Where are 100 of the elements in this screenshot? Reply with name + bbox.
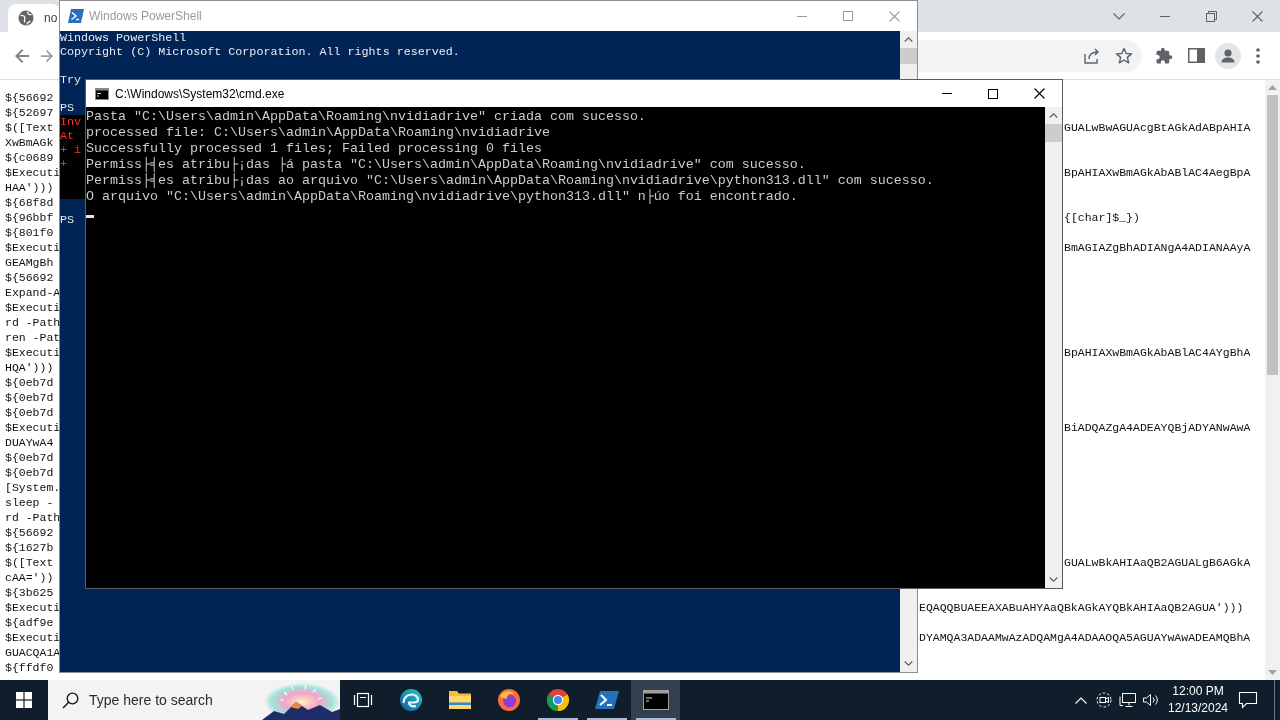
fox-globe-icon bbox=[496, 688, 521, 712]
globe-icon bbox=[18, 10, 34, 26]
code-text: BpAHIAXwBmAGkAbABlAC4AegBpA bbox=[1064, 165, 1251, 180]
code-text: XwBmAGk bbox=[5, 135, 54, 150]
code-text: $Executi bbox=[5, 166, 61, 180]
network-icon bbox=[1118, 692, 1137, 708]
browser-wheel-icon bbox=[545, 688, 570, 712]
terminal-icon bbox=[95, 87, 109, 100]
code-text: ${801f0 bbox=[5, 225, 54, 240]
code-text: $Executi bbox=[5, 600, 61, 615]
console-text: Try bbox=[60, 73, 82, 87]
code-text: GUACQA1A bbox=[5, 645, 61, 660]
minimize-icon bbox=[1160, 15, 1170, 17]
search-icon bbox=[62, 691, 79, 709]
window-title: C:\Windows\System32\cmd.exe bbox=[115, 85, 285, 103]
prompt-icon bbox=[594, 690, 619, 710]
chevron-up-icon bbox=[1075, 696, 1087, 704]
code-text: BpAHIAXwBmAGkAbABlAC4AYgBhA bbox=[1064, 345, 1251, 360]
browser-tab[interactable]: no bbox=[8, 4, 60, 32]
scroll-down-icon[interactable] bbox=[1049, 577, 1058, 582]
code-text: EQAQQBUAEEAXABuAHYAaQBkAGkAYQBkAHIAaQB2AGUA'))) bbox=[919, 600, 1244, 615]
code-text: GUALwBkAHIAaQB2AGUALgB6AGkA bbox=[1064, 555, 1251, 570]
maximize-icon bbox=[843, 11, 853, 21]
minimize-icon bbox=[797, 15, 807, 17]
code-text: ${adf9e bbox=[5, 615, 54, 630]
code-text: $Executi bbox=[5, 240, 61, 255]
code-text: $Executi bbox=[5, 300, 61, 315]
code-text: {[char]$_}) bbox=[1064, 210, 1140, 225]
browser-swirl-icon bbox=[398, 688, 423, 712]
console-text: PS bbox=[60, 101, 75, 115]
code-text: ${56692 bbox=[5, 525, 54, 540]
code-text: ${0eb7d bbox=[5, 405, 54, 420]
window-title: Windows PowerShell bbox=[89, 8, 202, 25]
console-error-text: At bbox=[60, 129, 75, 143]
task-view-icon bbox=[353, 691, 373, 709]
scroll-up-icon[interactable] bbox=[904, 37, 913, 42]
volume-icon bbox=[1142, 693, 1159, 707]
arrow-right-icon bbox=[40, 48, 54, 63]
close-icon bbox=[888, 10, 900, 22]
windows-logo-icon bbox=[16, 692, 32, 708]
clock-date[interactable]: 12/13/2024 bbox=[1167, 700, 1229, 717]
code-text: $([Text bbox=[5, 120, 54, 135]
puzzle-icon bbox=[1155, 46, 1173, 65]
console-text: PS bbox=[60, 213, 75, 227]
code-text: HAA'))) bbox=[5, 180, 54, 195]
scrollbar-thumb[interactable] bbox=[1045, 124, 1062, 142]
address-field[interactable] bbox=[918, 39, 1142, 72]
console-error-text: + i bbox=[60, 143, 82, 157]
arrow-left-icon bbox=[14, 47, 30, 64]
code-text: ${3b625 bbox=[5, 585, 54, 600]
console-text: processed file: C:\Users\admin\AppData\Roaming\nvidiadrive bbox=[86, 125, 550, 140]
code-text: ${0eb7d bbox=[5, 375, 54, 390]
console-text: Successfully processed 1 files; Failed processing 0 files bbox=[86, 141, 542, 156]
scrollbar-thumb[interactable] bbox=[900, 48, 917, 64]
code-text: $Executi bbox=[5, 345, 61, 360]
scroll-down-icon[interactable] bbox=[904, 661, 913, 666]
code-text: HQA'))) bbox=[5, 360, 54, 375]
code-text: ren -Pat bbox=[5, 330, 61, 345]
code-text: GUALwBwAGUAcgBtAGkAdABpAHIA bbox=[1064, 120, 1251, 135]
clock-time[interactable]: 12:00 PM bbox=[1172, 683, 1224, 700]
code-text: ${1627b bbox=[5, 540, 54, 555]
search-field[interactable]: Type here to search bbox=[89, 689, 262, 711]
code-text: ${68f8d bbox=[5, 195, 54, 210]
code-text: DUAYwA4 bbox=[5, 435, 54, 450]
camera-icon bbox=[1096, 692, 1112, 708]
code-text: sleep - bbox=[5, 495, 54, 510]
share-icon bbox=[1083, 46, 1101, 65]
star-icon bbox=[1115, 46, 1133, 65]
console-text: Windows PowerShell bbox=[60, 31, 187, 45]
maximize-icon bbox=[988, 88, 998, 99]
code-text: BiADQAZgA4ADEAYQBjADYANwAwA bbox=[1064, 420, 1251, 435]
side-panel-icon bbox=[1187, 48, 1205, 63]
console-error-text: Inv bbox=[60, 115, 82, 129]
restore-icon bbox=[1205, 10, 1217, 22]
taskbar-app-button[interactable] bbox=[631, 680, 680, 720]
console-text: Permiss├╡es atribu├¡das ao arquivo "C:\Users\admin\AppData\Roaming\nvidiadrive\python313.dll" com sucesso. bbox=[86, 173, 934, 188]
code-text: ${52697 bbox=[5, 105, 54, 120]
code-text: $Executi bbox=[5, 420, 61, 435]
code-text: $([Text bbox=[5, 555, 54, 570]
prompt-icon bbox=[68, 9, 84, 23]
console-text: Permiss├╡es atribu├¡das ├á pasta "C:\Users\admin\AppData\Roaming\nvidiadrive" com sucesso. bbox=[86, 157, 806, 172]
console-error-text: + bbox=[60, 157, 67, 171]
code-text: ${0eb7d bbox=[5, 465, 54, 480]
scrollbar-thumb[interactable] bbox=[1267, 95, 1278, 375]
code-text: $Executi bbox=[5, 630, 61, 645]
search-bar[interactable]: Type here to search bbox=[48, 680, 340, 720]
code-text: ${0eb7d bbox=[5, 390, 54, 405]
close-icon bbox=[1033, 88, 1045, 99]
code-text: rd -Path bbox=[5, 510, 61, 525]
chevron-down-icon bbox=[1113, 12, 1125, 20]
code-text: BmAGIAZgBhADIANgA4ADIANAAyA bbox=[1064, 240, 1251, 255]
code-text: ${0eb7d bbox=[5, 450, 54, 465]
scroll-up-icon[interactable] bbox=[1049, 113, 1058, 118]
code-text: rd -Path bbox=[5, 315, 61, 330]
minimize-icon bbox=[942, 93, 952, 94]
kebab-menu-icon bbox=[1256, 47, 1260, 64]
terminal-icon bbox=[642, 690, 669, 710]
code-text: ${56692 bbox=[5, 90, 54, 105]
code-text: ${c0689 bbox=[5, 150, 54, 165]
close-icon bbox=[1251, 10, 1263, 22]
